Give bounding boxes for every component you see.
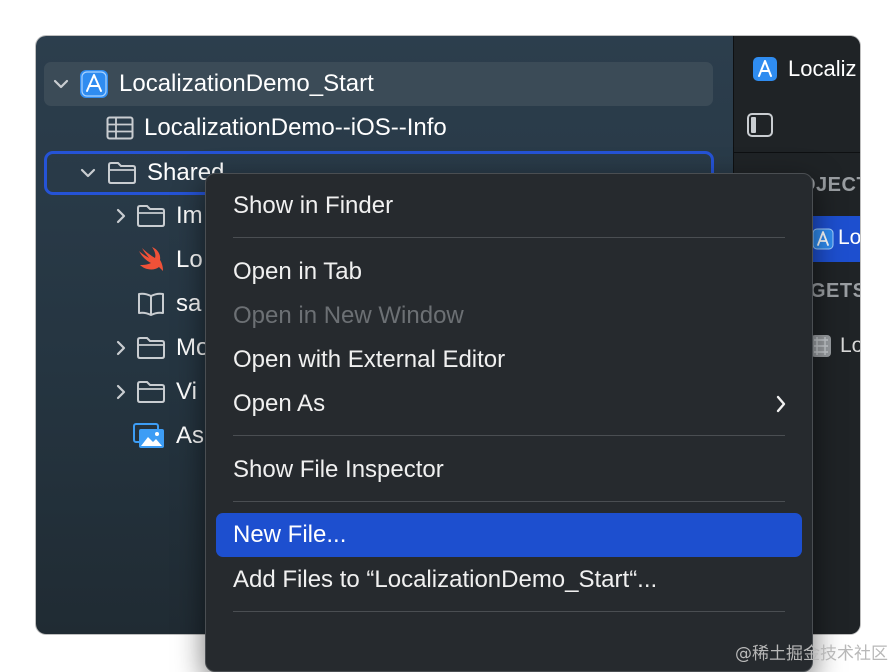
table-icon [106,116,134,140]
menu-item-new-file[interactable]: New File... [216,513,802,557]
menu-item-label: Open with External Editor [233,346,506,373]
app-project-icon [812,228,834,250]
menu-item-label: Open in New Window [233,302,464,329]
chevron-right-icon[interactable] [112,207,130,225]
menu-item-show-file-inspector[interactable]: Show File Inspector [216,449,802,491]
menu-separator [233,611,785,612]
folder-icon [137,381,165,403]
navigator-item-info-plist[interactable]: LocalizationDemo--iOS--Info [106,108,447,148]
menu-item-show-in-finder[interactable]: Show in Finder [216,185,802,227]
editor-title[interactable]: Localiz [788,56,856,82]
navigator-root-row[interactable]: LocalizationDemo_Start [44,62,713,106]
project-list-item[interactable]: Lo [806,216,860,262]
sidebar-toggle-icon[interactable] [746,112,774,138]
target-item-label: Lo [840,334,860,357]
app-project-icon [80,70,108,98]
navigator-item-folder[interactable]: Mo [112,328,209,368]
watermark: @稀土掘金技术社区 [735,644,888,664]
menu-item-label: Open As [233,390,326,417]
project-item-label: Lo [838,226,860,249]
target-list-item[interactable]: Lo [808,332,860,362]
menu-item-label: Show File Inspector [233,456,444,483]
navigator-item-swift-file[interactable]: Lo [136,240,203,280]
navigator-item-label: Lo [176,246,203,273]
targets-section-header: GETS [810,280,860,302]
navigator-item-label: Vi [176,378,197,405]
chevron-down-icon[interactable] [79,164,97,182]
info-plist-label: LocalizationDemo--iOS--Info [144,114,447,141]
navigator-item-folder[interactable]: Vi [112,372,197,412]
folder-icon [137,205,165,227]
navigator-item-label: As [176,422,205,449]
navigator-root-label: LocalizationDemo_Start [119,70,374,97]
target-app-icon [811,335,831,357]
app-project-icon [753,57,777,81]
menu-separator [233,501,785,502]
menu-item-add-files[interactable]: Add Files to “LocalizationDemo_Start“... [216,559,802,601]
menu-item-open-in-new-window: Open in New Window [216,295,802,337]
assets-icon [133,423,164,448]
menu-item-label: New File... [233,521,347,548]
menu-item-open-as[interactable]: Open As [216,383,802,425]
menu-item-label: Add Files to “LocalizationDemo_Start“... [233,566,658,593]
menu-item-open-with-external-editor[interactable]: Open with External Editor [216,339,802,381]
divider [734,152,860,153]
menu-separator [233,435,785,436]
navigator-item-folder[interactable]: Im [112,196,203,236]
folder-icon [137,337,165,359]
chevron-down-icon[interactable] [52,75,70,93]
menu-item-label: Show in Finder [233,192,394,219]
navigator-item-book[interactable]: sa [136,284,201,324]
chevron-right-icon [776,395,786,413]
swift-icon [139,247,163,271]
chevron-right-icon[interactable] [112,339,130,357]
menu-item-label: Open in Tab [233,258,362,285]
navigator-item-label: sa [176,290,202,317]
navigator-item-label: Im [176,202,203,229]
chevron-right-icon[interactable] [112,383,130,401]
menu-separator [233,237,785,238]
context-menu: Show in Finder Open in Tab Open in New W… [205,173,813,672]
navigator-item-assets[interactable]: As [132,416,204,456]
folder-icon [108,162,136,184]
menu-item-open-in-tab[interactable]: Open in Tab [216,251,802,293]
book-icon [138,292,164,316]
